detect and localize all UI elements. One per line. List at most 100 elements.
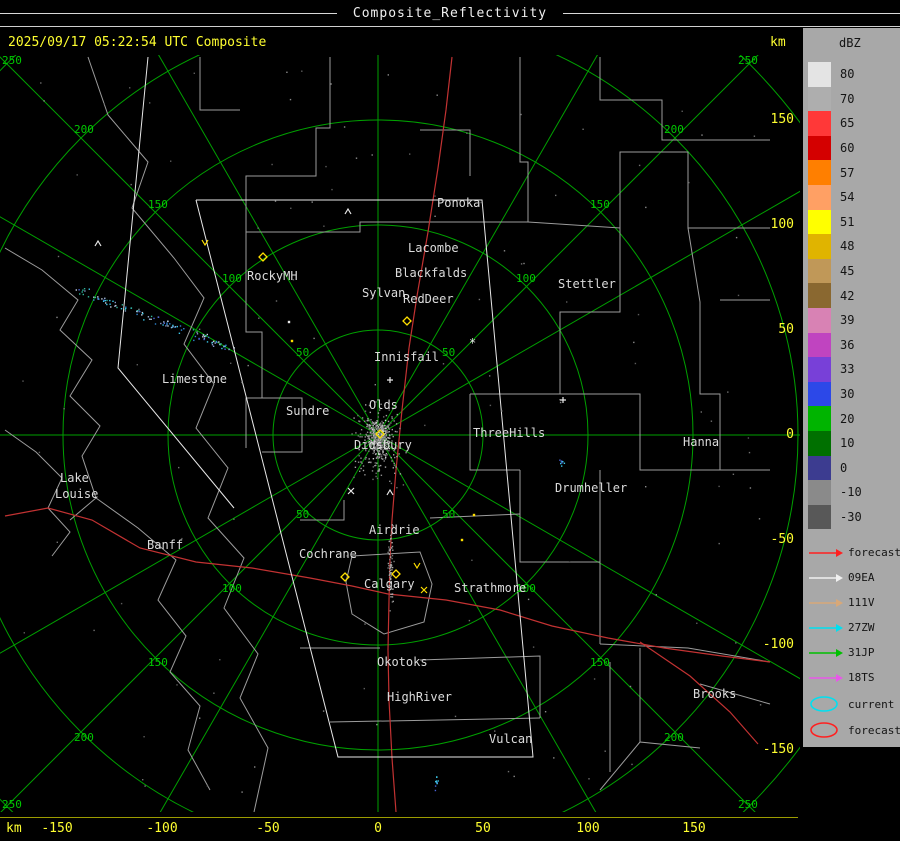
ellipse-icon <box>810 696 838 712</box>
bottom-axis-label: 100 <box>576 821 600 836</box>
county-boundary <box>519 57 529 222</box>
scale-row: 30 <box>808 381 862 407</box>
azimuth-line <box>159 434 379 812</box>
marker-asterisk: * <box>469 336 476 350</box>
scale-value: 65 <box>840 116 855 131</box>
scale-value: 33 <box>840 362 855 377</box>
scale-row: 70 <box>808 86 862 112</box>
marker-dot <box>290 339 294 343</box>
scale-value: 10 <box>840 436 855 451</box>
range-label: 100 <box>516 272 536 285</box>
scale-row: 39 <box>808 307 862 333</box>
scale-swatch <box>808 406 831 431</box>
track-legend-row: 09EA <box>808 565 900 590</box>
city-label: ThreeHills <box>473 426 545 440</box>
city-label: Ponoka <box>437 196 480 210</box>
city-label: Hanna <box>683 435 719 449</box>
range-label: 200 <box>664 731 684 744</box>
track-label: 27ZW <box>848 621 875 634</box>
marker-dot <box>287 320 291 324</box>
scale-swatch <box>808 184 831 210</box>
scale-row: 10 <box>808 430 862 456</box>
scale-row: 20 <box>808 406 862 431</box>
ellipse-label: forecast <box>848 723 900 737</box>
radar-map[interactable]: 250 200 150 100 50 250 200 150 100 50 50 100 150 200 2… <box>0 55 800 812</box>
scale-value: 80 <box>840 67 855 82</box>
site-marker-diamond <box>402 316 412 326</box>
city-label: Lacombe <box>408 241 459 255</box>
track-arrow-icon <box>809 548 843 557</box>
scale-value: 57 <box>840 165 855 180</box>
scale-value: 48 <box>840 239 855 254</box>
azimuth-line <box>0 434 379 654</box>
range-label: 150 <box>590 656 610 669</box>
radar-app-window: Composite_Reflectivity 2025/09/17 05:22:… <box>0 0 900 841</box>
scale-swatch <box>808 258 831 284</box>
marker-caret-down <box>413 562 421 570</box>
marker-dot <box>472 513 476 517</box>
track-label: 31JP <box>848 646 875 659</box>
bottom-axis-label: -100 <box>146 821 178 836</box>
marker-cross <box>387 377 393 383</box>
city-label: Stettler <box>558 277 616 291</box>
scale-value: 39 <box>840 313 855 328</box>
city-label: Olds <box>369 398 398 412</box>
city-label: Banff <box>147 538 183 552</box>
right-axis-label: 100 <box>770 217 794 232</box>
scale-row: 60 <box>808 135 862 161</box>
scale-row: -10 <box>808 480 862 505</box>
track-arrow-icon <box>809 598 843 607</box>
range-label: 250 <box>2 55 22 67</box>
scale-value: 45 <box>840 264 855 279</box>
scale-swatch <box>808 234 831 259</box>
azimuth-line <box>158 55 379 436</box>
scale-row: 42 <box>808 283 862 308</box>
city-label: Sylvan <box>362 286 405 300</box>
city-label: Vulcan <box>489 732 532 746</box>
city-label: Brooks <box>693 687 736 701</box>
scale-value: 30 <box>840 387 855 402</box>
ellipse-label: current <box>848 697 895 711</box>
scale-value: -30 <box>840 509 862 524</box>
track-arrow-icon <box>809 623 843 632</box>
scale-swatch <box>808 62 831 87</box>
range-label: 50 <box>442 346 455 359</box>
scale-row: 48 <box>808 234 862 259</box>
track-legend-row: 111V <box>808 590 900 615</box>
track-label: forecast <box>848 546 900 559</box>
city-label: Louise <box>55 487 98 501</box>
right-axis-label: 50 <box>778 322 794 337</box>
scale-swatch <box>808 135 831 161</box>
bottom-axis: -150 -100 -50 0 50 100 150 <box>0 821 800 841</box>
scale-row: 65 <box>808 111 862 136</box>
county-boundary <box>245 232 263 448</box>
marker-caret-up <box>344 207 352 215</box>
track-legend: forecast 09EA 111V 27ZW 31JP 18TS <box>808 540 900 690</box>
city-label: RockyMH <box>247 269 298 283</box>
range-label: 50 <box>296 346 309 359</box>
range-label: 200 <box>664 123 684 136</box>
city-label: Limestone <box>162 372 227 386</box>
city-label: Innisfail <box>374 350 439 364</box>
scale-value: 60 <box>840 141 855 156</box>
scale-row: 57 <box>808 160 862 185</box>
scale-row: 51 <box>808 209 862 235</box>
city-label: Blackfalds <box>395 266 467 280</box>
bottom-axis-label: -150 <box>41 821 73 836</box>
scale-value: 36 <box>840 337 855 352</box>
scale-swatch <box>808 307 831 333</box>
scale-row: 33 <box>808 357 862 382</box>
track-label: 111V <box>848 596 875 609</box>
scale-swatch <box>808 332 831 358</box>
track-legend-row: 27ZW <box>808 615 900 640</box>
bottom-axis-line <box>0 817 798 818</box>
scale-row: 0 <box>808 455 862 481</box>
scale-swatch <box>808 504 831 530</box>
city-label: Cochrane <box>299 547 357 561</box>
city-label: Calgary <box>364 577 415 591</box>
title-rule-right <box>563 12 900 14</box>
bottom-axis-label: 50 <box>475 821 491 836</box>
scale-row: -30 <box>808 504 862 530</box>
reflectivity-scale: 80 70 65 60 57 54 51 48 45 42 39 36 33 30 20 10 0 -10 -30 <box>808 62 862 530</box>
sparse-noise <box>22 70 762 793</box>
